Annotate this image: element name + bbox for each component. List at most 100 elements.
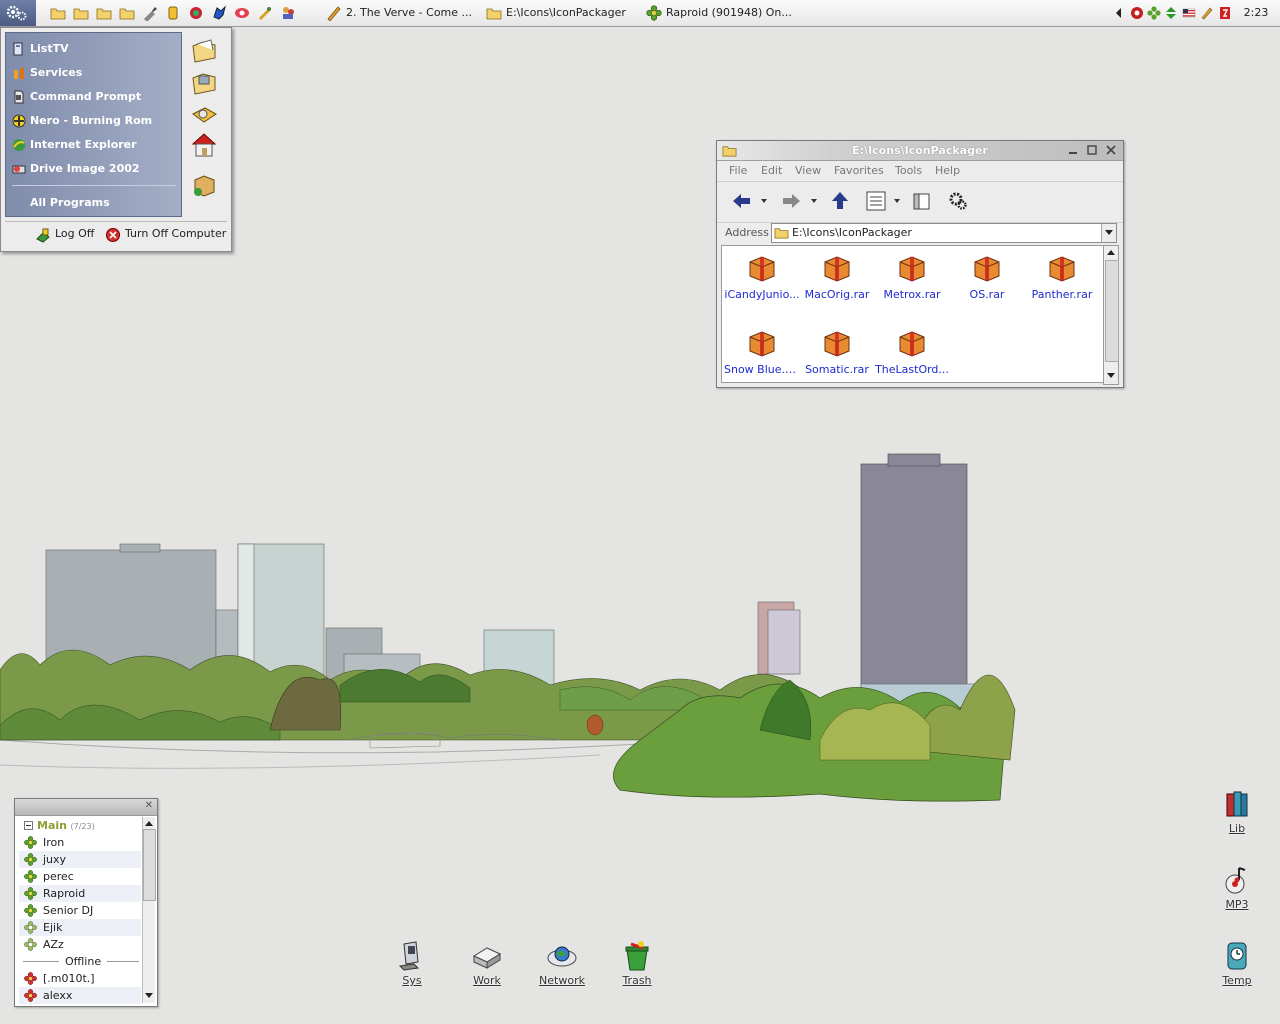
folder-icon[interactable] <box>119 5 135 21</box>
folder-icon[interactable] <box>96 5 112 21</box>
tray-pencil-icon[interactable] <box>1200 6 1214 20</box>
tray-arrow-icon[interactable] <box>1112 6 1126 20</box>
package-icon[interactable] <box>189 170 219 200</box>
desktop-icon-temp[interactable]: Temp <box>1212 940 1262 987</box>
desktop-icon-sys[interactable]: Sys <box>387 940 437 987</box>
icq-online-icon <box>24 853 37 866</box>
contact-item[interactable]: Ejik <box>19 919 141 936</box>
vertical-scrollbar[interactable] <box>142 817 156 1003</box>
desktop-icon-trash[interactable]: Trash <box>612 940 662 987</box>
desktop-icon-lib[interactable]: Lib <box>1212 788 1262 835</box>
maximize-icon[interactable] <box>1086 144 1098 156</box>
documents-folder-icon[interactable] <box>189 36 219 66</box>
scroll-down-icon[interactable] <box>145 993 153 999</box>
recycle-icon[interactable] <box>188 5 204 21</box>
menu-edit[interactable]: Edit <box>761 164 782 177</box>
close-icon[interactable]: ✕ <box>145 800 153 811</box>
window-titlebar[interactable]: E:\Icons\IconPackager <box>717 141 1123 161</box>
contact-name: perec <box>43 870 74 883</box>
scroll-thumb[interactable] <box>1105 260 1119 362</box>
file-item[interactable]: Metrox.rar <box>874 252 950 314</box>
file-item[interactable]: iCandyJunio... <box>724 252 800 314</box>
clock[interactable]: 2:23 <box>1236 0 1276 26</box>
contact-group-header[interactable]: Main (7/23) <box>19 817 141 834</box>
scroll-up-icon[interactable] <box>1107 249 1115 255</box>
back-arrow-icon[interactable] <box>731 190 753 212</box>
contact-list-titlebar[interactable]: ✕ <box>15 799 157 816</box>
chevron-down-icon[interactable] <box>893 197 901 205</box>
contact-item[interactable]: perec <box>19 868 141 885</box>
vertical-scrollbar[interactable] <box>1103 245 1119 385</box>
contact-item[interactable]: Iron <box>19 834 141 851</box>
task-media-player[interactable]: 2. The Verve - Come ... <box>326 0 476 26</box>
battery-icon[interactable] <box>165 5 181 21</box>
contact-item[interactable]: juxy <box>19 851 141 868</box>
contact-item[interactable]: Raproid <box>19 885 141 902</box>
file-item[interactable]: MacOrig.rar <box>799 252 875 314</box>
up-folder-icon[interactable] <box>829 190 851 212</box>
scroll-up-icon[interactable] <box>145 820 153 826</box>
folder-icon[interactable] <box>73 5 89 21</box>
all-programs-button[interactable]: All Programs <box>30 193 110 213</box>
views-icon[interactable] <box>865 190 887 212</box>
menu-item-internet-explorer[interactable]: Internet Explorer <box>6 133 181 157</box>
address-dropdown[interactable] <box>1101 224 1116 242</box>
tray-shield-icon[interactable] <box>1130 6 1144 20</box>
chevron-down-icon[interactable] <box>760 197 768 205</box>
chevron-down-icon[interactable] <box>810 197 818 205</box>
menu-favorites[interactable]: Favorites <box>834 164 884 177</box>
menu-item-listtv[interactable]: ListTV <box>6 37 181 61</box>
desktop-icon-mp3[interactable]: MP3 <box>1212 864 1262 911</box>
menu-help[interactable]: Help <box>935 164 960 177</box>
start-button[interactable] <box>0 0 36 26</box>
tray-updown-icon[interactable] <box>1164 6 1178 20</box>
sonic-icon[interactable] <box>211 5 227 21</box>
home-icon[interactable] <box>189 130 219 160</box>
scroll-thumb[interactable] <box>143 829 156 901</box>
close-icon[interactable] <box>1105 144 1117 156</box>
file-item[interactable]: Somatic.rar <box>799 327 875 389</box>
chevron-down-icon <box>1105 230 1113 235</box>
paint-icon[interactable] <box>257 5 273 21</box>
tray-icq-icon[interactable] <box>1147 6 1161 20</box>
folder-icon[interactable] <box>50 5 66 21</box>
contact-item[interactable]: [.m010t.] <box>19 970 141 987</box>
my-computer-icon[interactable] <box>189 100 219 130</box>
file-item[interactable]: OS.rar <box>949 252 1025 314</box>
file-item[interactable]: Panther.rar <box>1024 252 1100 314</box>
contact-list: Main (7/23) Iron juxy perec Raproid Seni… <box>19 817 141 1004</box>
desktop-icon-network[interactable]: Network <box>537 940 587 987</box>
task-icq-chat[interactable]: Raproid (901948) On... <box>646 0 796 26</box>
tray-sound-icon[interactable] <box>1218 6 1232 20</box>
settings-gear-icon[interactable] <box>947 190 969 212</box>
network-globe-icon <box>547 946 577 967</box>
forward-arrow-icon[interactable] <box>780 190 802 212</box>
tray-flag-icon[interactable] <box>1182 6 1196 20</box>
menu-item-drive-image[interactable]: Drive Image 2002 <box>6 157 181 181</box>
file-item[interactable]: TheLastOrd... <box>874 327 950 389</box>
menu-item-nero[interactable]: Nero - Burning Rom <box>6 109 181 133</box>
people-icon[interactable] <box>280 5 296 21</box>
contact-item[interactable]: Senior DJ <box>19 902 141 919</box>
taskbar: 2. The Verve - Come ... E:\Icons\IconPac… <box>0 0 1280 27</box>
menu-view[interactable]: View <box>795 164 821 177</box>
scroll-down-icon[interactable] <box>1107 373 1115 379</box>
pictures-folder-icon[interactable] <box>189 68 219 98</box>
contact-item[interactable]: alexx <box>19 987 141 1004</box>
desktop-icon-work[interactable]: Work <box>462 940 512 987</box>
file-item[interactable]: Snow Blue.rar <box>724 327 800 389</box>
minimize-icon[interactable] <box>1067 144 1079 156</box>
task-explorer[interactable]: E:\Icons\IconPackager <box>486 0 636 26</box>
address-field[interactable]: E:\Icons\IconPackager <box>771 223 1117 243</box>
eye-icon[interactable] <box>234 5 250 21</box>
menu-file[interactable]: File <box>729 164 747 177</box>
menu-item-services[interactable]: Services <box>6 61 181 85</box>
menu-tools[interactable]: Tools <box>895 164 922 177</box>
log-off-button[interactable]: Log Off <box>35 225 99 243</box>
folders-icon[interactable] <box>911 190 933 212</box>
desktop-icon-label: Sys <box>402 974 422 987</box>
menu-item-command-prompt[interactable]: Command Prompt <box>6 85 181 109</box>
brush-icon[interactable] <box>142 5 158 21</box>
contact-item[interactable]: AZz <box>19 936 141 953</box>
turn-off-button[interactable]: Turn Off Computer <box>105 225 226 243</box>
